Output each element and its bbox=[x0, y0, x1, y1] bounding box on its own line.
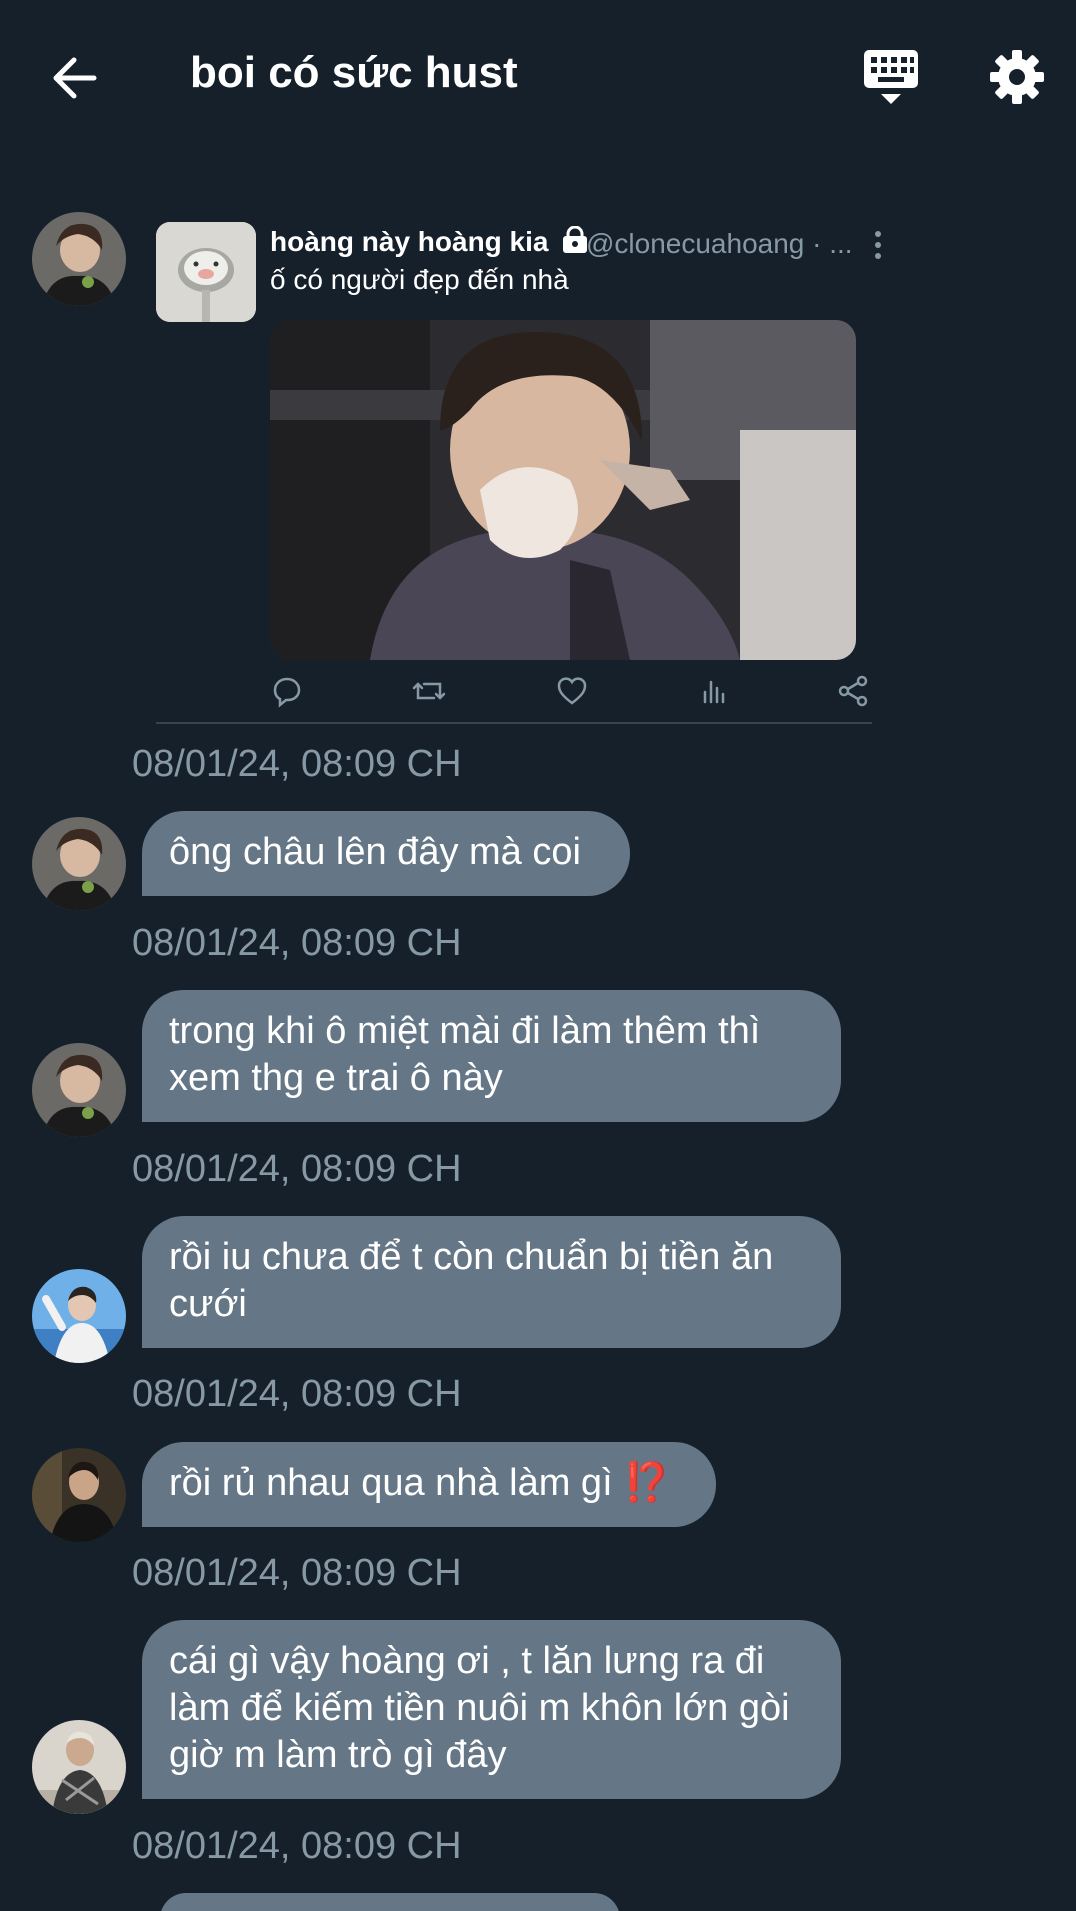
share-icon[interactable] bbox=[836, 674, 870, 708]
analytics-icon[interactable] bbox=[697, 674, 731, 708]
tweet-author-name-text: hoàng này hoàng kia bbox=[270, 226, 549, 257]
like-icon[interactable] bbox=[555, 674, 589, 708]
message-bubble[interactable]: trong khi ô miệt mài đi làm thêm thì xem… bbox=[142, 990, 841, 1122]
sender-avatar[interactable] bbox=[32, 817, 126, 911]
sender-avatar[interactable] bbox=[32, 212, 126, 306]
top-bar: boi có sức hust bbox=[0, 0, 1076, 150]
tweet-author-name[interactable]: hoàng này hoàng kia bbox=[270, 225, 588, 258]
message-timestamp: 08/01/24, 08:09 CH bbox=[132, 743, 462, 785]
sender-avatar[interactable] bbox=[32, 1448, 126, 1542]
message-bubble[interactable]: rồi rủ nhau qua nhà làm gì ⁉️ bbox=[142, 1442, 716, 1527]
message-timestamp: 08/01/24, 08:09 CH bbox=[132, 1552, 462, 1594]
tweet-author-handle: @clonecuahoang · ... bbox=[586, 228, 853, 259]
message-bubble[interactable]: cái gì vậy hoàng ơi , t lăn lưng ra đi l… bbox=[142, 1620, 841, 1799]
lock-icon bbox=[562, 225, 588, 254]
message-timestamp: 08/01/24, 08:09 CH bbox=[132, 1825, 462, 1867]
sender-avatar[interactable] bbox=[32, 1720, 126, 1814]
conversation-title: boi có sức hust bbox=[190, 48, 518, 97]
sender-avatar[interactable] bbox=[32, 1043, 126, 1137]
settings-gear-icon[interactable] bbox=[990, 50, 1044, 104]
message-timestamp: 08/01/24, 08:09 CH bbox=[132, 922, 462, 964]
reply-icon[interactable] bbox=[270, 674, 304, 708]
back-arrow-icon[interactable] bbox=[46, 50, 102, 106]
more-options-icon[interactable] bbox=[872, 230, 884, 260]
message-timestamp: 08/01/24, 08:09 CH bbox=[132, 1148, 462, 1190]
tweet-actions bbox=[270, 674, 870, 714]
message-bubble-partial bbox=[160, 1893, 620, 1911]
keyboard-icon[interactable] bbox=[862, 48, 920, 106]
divider bbox=[156, 722, 872, 724]
message-bubble[interactable]: rồi iu chưa để t còn chuẩn bị tiền ăn cư… bbox=[142, 1216, 841, 1348]
message-timestamp: 08/01/24, 08:09 CH bbox=[132, 1373, 462, 1415]
tweet-author-avatar[interactable] bbox=[156, 222, 256, 322]
message-bubble[interactable]: ông châu lên đây mà coi bbox=[142, 811, 630, 896]
retweet-icon[interactable] bbox=[412, 674, 446, 708]
tweet-media-image[interactable] bbox=[270, 320, 856, 660]
tweet-text: ố có người đẹp đến nhà bbox=[270, 264, 569, 295]
sender-avatar[interactable] bbox=[32, 1269, 126, 1363]
shared-tweet-card[interactable]: hoàng này hoàng kia @clonecuahoang · ...… bbox=[156, 222, 881, 724]
